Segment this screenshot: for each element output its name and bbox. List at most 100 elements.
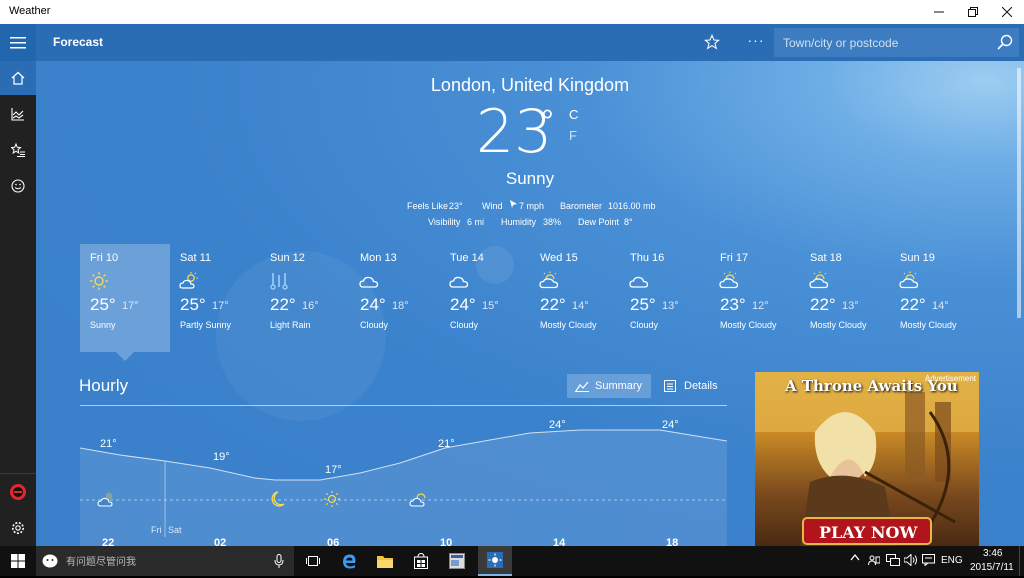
taskbar-app-weather[interactable]: [478, 546, 512, 576]
hourly-divider: [80, 405, 727, 406]
dew-point-label: Dew Point: [578, 217, 620, 227]
summary-tab[interactable]: Summary: [567, 374, 651, 398]
cortana-search: [36, 546, 294, 578]
sidebar-item-feedback[interactable]: [0, 169, 36, 203]
close-button[interactable]: [990, 0, 1024, 24]
hour-label: 02: [214, 537, 226, 546]
forecast-day[interactable]: Thu 16 25° 13° Cloudy: [620, 244, 710, 352]
forecast-condition: Sunny: [90, 320, 116, 330]
details-label: Details: [684, 380, 718, 392]
people-icon[interactable]: [868, 555, 881, 568]
forecast-day[interactable]: Sun 19 22° 14° Mostly Cloudy: [890, 244, 980, 352]
window-title: Weather: [9, 5, 51, 17]
chart-icon: [575, 381, 589, 392]
sidebar-item-favorites[interactable]: [0, 133, 36, 167]
humidity-value: 38%: [543, 217, 562, 227]
taskbar-search-input[interactable]: [64, 546, 268, 578]
folder-icon: [377, 556, 393, 568]
restore-button[interactable]: [956, 0, 990, 24]
notification-icon[interactable]: [922, 554, 935, 569]
mostly-cloudy-icon: [719, 271, 739, 289]
forecast-high: 25°: [180, 295, 206, 314]
cortana-icon: [42, 554, 58, 573]
rain-icon: [270, 273, 288, 290]
forecast-high: 23°: [720, 295, 746, 314]
hourly-temp: 24°: [549, 419, 566, 431]
task-view-icon: [306, 556, 320, 566]
more-button[interactable]: ···: [744, 32, 768, 52]
scrollbar[interactable]: [1017, 68, 1021, 318]
feels-like-value: 23°: [449, 201, 463, 211]
taskbar-app-edge[interactable]: [332, 546, 366, 576]
mostly-cloudy-icon: [539, 271, 559, 289]
forecast-day[interactable]: Sat 18 22° 13° Mostly Cloudy: [800, 244, 890, 352]
forecast-high: 22°: [270, 295, 296, 314]
start-button[interactable]: [0, 546, 36, 576]
unit-fahrenheit[interactable]: F: [569, 128, 577, 143]
minimize-button[interactable]: [922, 0, 956, 24]
favorite-button[interactable]: [700, 30, 724, 54]
list-icon: [664, 380, 676, 392]
ad-play-now-button[interactable]: PLAY NOW: [819, 523, 917, 542]
clock-date[interactable]: 2015/7/11: [970, 562, 1014, 573]
visibility-value: 6 mi: [467, 217, 485, 227]
details-tab[interactable]: Details: [656, 374, 726, 398]
sidebar-item-forecast[interactable]: [0, 61, 36, 95]
forecast-day[interactable]: Mon 13 24° 18° Cloudy: [350, 244, 440, 352]
hourly-temp: 21°: [100, 438, 117, 450]
forecast-day[interactable]: Fri 10 25° 17° Sunny: [80, 244, 170, 352]
search-input[interactable]: [774, 28, 993, 57]
forecast-low: 14°: [932, 300, 949, 312]
sidebar-item-account[interactable]: [0, 475, 36, 509]
forecast-low: 17°: [212, 300, 229, 312]
store-icon: [414, 553, 428, 569]
sidebar-item-maps[interactable]: [0, 97, 36, 131]
task-view-button[interactable]: [296, 546, 330, 576]
forecast-day-name: Fri 17: [720, 252, 749, 264]
input-language[interactable]: ENG: [941, 555, 963, 566]
summary-label: Summary: [595, 380, 643, 392]
forecast-day[interactable]: Wed 15 22° 14° Mostly Cloudy: [530, 244, 620, 352]
mostly-cloudy-icon: [809, 271, 829, 289]
forecast-day[interactable]: Fri 17 23° 12° Mostly Cloudy: [710, 244, 800, 352]
menu-button[interactable]: [0, 24, 36, 61]
volume-icon[interactable]: [903, 553, 918, 569]
microphone-icon[interactable]: [274, 554, 284, 573]
account-icon: [10, 484, 26, 500]
sun-icon: [90, 272, 108, 290]
hourly-temp: 21°: [438, 438, 455, 450]
title-bar: Weather: [0, 0, 1024, 24]
hourly-temp: 19°: [213, 451, 230, 463]
search-button[interactable]: [997, 34, 1013, 55]
section-title: Forecast: [53, 35, 104, 49]
search-icon: [997, 34, 1013, 50]
sidebar-divider: [0, 473, 36, 474]
mostly-cloudy-icon: [899, 271, 919, 289]
smiley-icon: [11, 179, 25, 193]
forecast-day[interactable]: Tue 14 24° 15° Cloudy: [440, 244, 530, 352]
gear-icon: [12, 522, 24, 534]
forecast-day-name: Thu 16: [630, 252, 665, 264]
taskbar-app-store[interactable]: [404, 546, 438, 576]
forecast-high: 24°: [450, 295, 476, 314]
app-window-icon: [449, 553, 465, 569]
advertisement[interactable]: Advertisement A Throne Awaits You PLAY N…: [755, 372, 979, 546]
taskbar-app-explorer[interactable]: [368, 546, 402, 576]
taskbar-app-program[interactable]: [440, 546, 474, 576]
visibility-label: Visibility: [428, 217, 461, 227]
location-name: London, United Kingdom: [430, 75, 630, 95]
day-marker: Sat: [168, 525, 182, 535]
forecast-low: 18°: [392, 300, 409, 312]
sidebar-item-settings[interactable]: [0, 511, 36, 545]
forecast-day[interactable]: Sat 11 25° 17° Partly Sunny: [170, 244, 260, 352]
network-icon[interactable]: [886, 554, 900, 569]
dew-point-value: 8°: [624, 217, 633, 227]
forecast-day[interactable]: Sun 12 22° 16° Light Rain: [260, 244, 350, 352]
clock-time[interactable]: 3:46: [983, 548, 1002, 559]
forecast-high: 25°: [90, 295, 116, 314]
forecast-day-name: Fri 10: [90, 252, 119, 264]
unit-celsius[interactable]: C: [569, 107, 578, 122]
show-hidden-icons-button[interactable]: [850, 553, 860, 564]
show-desktop-button[interactable]: [1019, 546, 1024, 576]
daily-forecast: Fri 10 25° 17° Sunny Sat 11 25° 17° Part…: [80, 244, 1000, 354]
